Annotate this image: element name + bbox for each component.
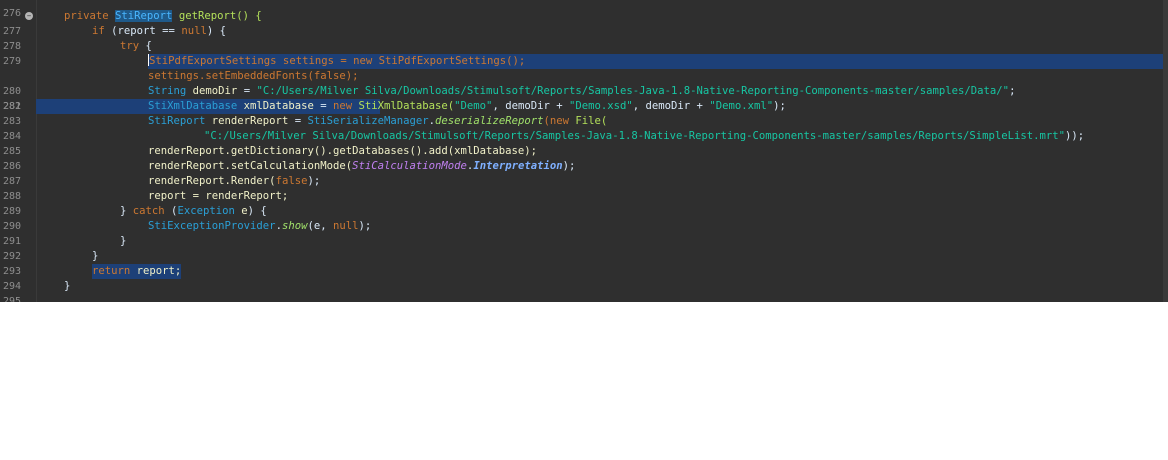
- code-line[interactable]: 293 }: [0, 249, 1163, 277]
- code-line[interactable]: 276: [0, 0, 1163, 19]
- code-line[interactable]: 295 }: [0, 279, 1163, 302]
- code-line[interactable]: 289 report = renderReport;: [0, 189, 1163, 217]
- code-line[interactable]: 278 if (report == null) {: [0, 24, 1163, 52]
- code-line[interactable]: 290 } catch (Exception e) {: [0, 204, 1163, 232]
- code-line[interactable]: 284 StiReport renderReport = StiSerializ…: [0, 114, 1163, 142]
- code-line[interactable]: 296: [0, 294, 1163, 302]
- code-line[interactable]: 288 renderReport.Render(false);: [0, 174, 1163, 202]
- highlighted-identifier: StiReport: [115, 10, 173, 22]
- code-line[interactable]: 279 try {: [0, 39, 1163, 67]
- code-line[interactable]: 285 "C:/Users/Milver Silva/Downloads/Sti…: [0, 129, 1163, 157]
- code-line[interactable]: 287 renderReport.setCalculationMode(StiC…: [0, 159, 1163, 187]
- minus-circle-icon[interactable]: −: [25, 12, 33, 20]
- code-line[interactable]: 283 StiXmlDatabase xmlDatabase = new Sti…: [0, 99, 1163, 127]
- vertical-scrollbar[interactable]: [1163, 0, 1168, 302]
- code-line[interactable]: 277 − private StiReport getReport() {: [0, 9, 1163, 37]
- code-line[interactable]: 292 }: [0, 234, 1163, 262]
- code-line-selected[interactable]: 281 settings.setEmbeddedFonts(false);: [0, 69, 1163, 114]
- code-line[interactable]: 294 return report;: [0, 264, 1163, 292]
- code-editor[interactable]: 276 277 − private StiReport getReport() …: [0, 0, 1168, 302]
- code-line[interactable]: 282 String demoDir = "C:/Users/Milver Si…: [0, 84, 1163, 112]
- code-line-selected[interactable]: 280 StiPdfExportSettings settings = new …: [0, 54, 1163, 97]
- code-line[interactable]: 286 renderReport.getDictionary().getData…: [0, 144, 1163, 172]
- code-line[interactable]: 291 StiExceptionProvider.show(e, null);: [0, 219, 1163, 247]
